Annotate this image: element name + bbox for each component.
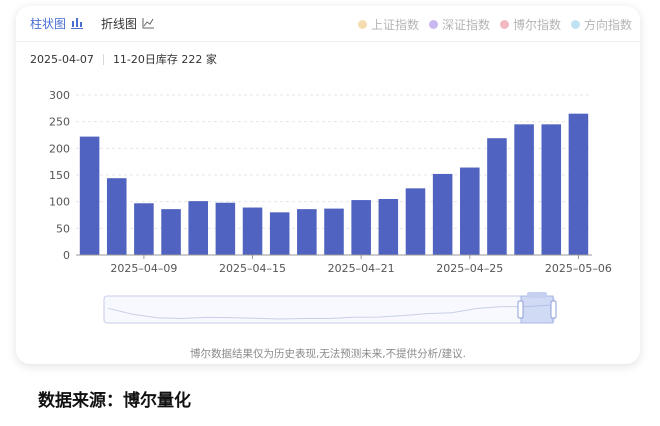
x-tick-label: 2025–04–21 (328, 262, 395, 275)
bar[interactable] (106, 178, 127, 255)
bar[interactable] (541, 124, 562, 255)
bar[interactable] (460, 167, 480, 255)
bar[interactable] (242, 207, 263, 255)
x-tick-label: 2025–04–25 (436, 262, 503, 275)
bar[interactable] (378, 199, 399, 255)
bar[interactable] (487, 138, 507, 255)
data-source: 数据来源：博尔量化 (38, 391, 191, 411)
bar[interactable] (215, 202, 236, 255)
data-zoom-handle-right[interactable] (550, 300, 557, 319)
bar[interactable] (324, 208, 344, 255)
bar[interactable] (79, 136, 100, 255)
data-zoom-handle-left[interactable] (517, 300, 524, 319)
y-tick-label: 0 (63, 249, 70, 262)
x-tick-label: 2025–04–09 (110, 262, 177, 275)
data-zoom-selection[interactable] (520, 295, 554, 324)
bar[interactable] (568, 113, 589, 256)
bar[interactable] (297, 209, 317, 255)
y-tick-label: 200 (49, 142, 70, 155)
chart-card: 柱状图 折线图 上证指数 深证指数 博尔指数 方向指数 2025-04-07 1… (16, 6, 640, 364)
y-tick-label: 100 (49, 196, 70, 209)
bar[interactable] (432, 173, 453, 255)
bar-chart: 0 50 100 150 200 250 300 2025–04–09 2025–04–15 20… (49, 89, 612, 324)
disclaimer: 博尔数据结果仅为历史表现,无法预测未来,不提供分析/建议. (189, 348, 467, 360)
y-tick-label: 150 (49, 169, 70, 182)
bar[interactable] (161, 209, 181, 255)
bar[interactable] (269, 212, 290, 255)
data-zoom-grip[interactable] (527, 292, 547, 298)
bar[interactable] (514, 124, 534, 255)
x-tick-label: 2025–05–06 (545, 262, 612, 275)
y-tick-label: 50 (56, 222, 70, 235)
y-tick-label: 250 (49, 116, 70, 129)
bar[interactable] (405, 188, 426, 255)
y-tick-label: 300 (49, 89, 70, 102)
bar[interactable] (351, 200, 371, 255)
bar[interactable] (188, 201, 208, 255)
x-tick-label: 2025–04–15 (219, 262, 286, 275)
bar[interactable] (134, 203, 154, 255)
